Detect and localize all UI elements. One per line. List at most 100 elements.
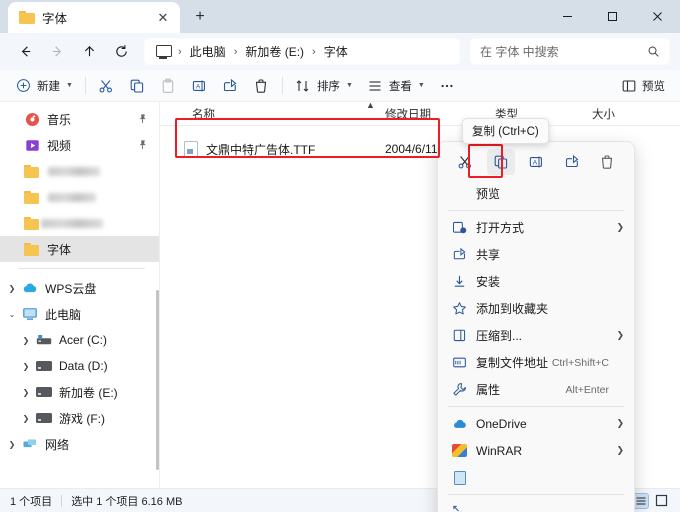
- sidebar-item-drive-e[interactable]: ❯ 新加卷 (E:): [0, 379, 159, 405]
- share-button[interactable]: [215, 73, 246, 99]
- star-icon: [449, 301, 470, 316]
- music-icon: [22, 112, 42, 127]
- forward-arrow-icon: [42, 38, 72, 66]
- font-file-icon: [184, 141, 198, 157]
- context-menu-label: 打开方式: [476, 221, 525, 235]
- context-menu-item-open-with[interactable]: 打开方式 ❯: [438, 214, 634, 241]
- chevron-right-icon[interactable]: ❯: [18, 384, 34, 400]
- breadcrumb-item-this-pc[interactable]: 此电脑: [187, 43, 229, 60]
- refresh-icon[interactable]: [106, 38, 136, 66]
- context-menu[interactable]: A 预览 打开方式 ❯ 共享 安装 添加到收藏夹 压缩到... ❯ 复制文件地址…: [437, 141, 635, 512]
- minimize-icon[interactable]: [545, 0, 590, 32]
- pin-icon[interactable]: [137, 139, 148, 151]
- sidebar-item-wps-cloud[interactable]: ❯ WPS云盘: [0, 275, 159, 301]
- chevron-right-icon[interactable]: ❯: [18, 410, 34, 426]
- copy-button[interactable]: [122, 73, 153, 99]
- sort-button[interactable]: 排序 ▼: [288, 73, 360, 99]
- new-button-label: 新建: [37, 80, 60, 93]
- cut-icon[interactable]: [451, 149, 479, 175]
- sidebar-item-drive-f[interactable]: ❯ 游戏 (F:): [0, 405, 159, 431]
- delete-button[interactable]: [246, 73, 277, 99]
- drive-icon: [34, 361, 54, 371]
- search-input[interactable]: 在 字体 中搜索: [470, 38, 670, 65]
- column-header-modified[interactable]: 修改日期: [385, 106, 431, 122]
- breadcrumb-item-drive-e[interactable]: 新加卷 (E:): [242, 43, 307, 60]
- breadcrumb[interactable]: › 此电脑 › 新加卷 (E:) › 字体: [144, 38, 460, 65]
- search-icon: [647, 45, 660, 58]
- large-icons-view-icon[interactable]: [653, 493, 670, 509]
- preview-pane-button[interactable]: 预览: [613, 73, 672, 99]
- sidebar-item-music[interactable]: 音乐: [0, 106, 159, 132]
- up-arrow-icon[interactable]: [74, 38, 104, 66]
- sidebar-item-label-redacted: [41, 218, 103, 228]
- view-button[interactable]: 查看 ▼: [360, 73, 432, 99]
- folder-icon: [22, 216, 42, 230]
- sidebar-item-drive-c[interactable]: ❯ Acer (C:): [0, 327, 159, 353]
- back-arrow-icon[interactable]: [10, 38, 40, 66]
- sidebar-item-redacted[interactable]: [0, 210, 159, 236]
- context-menu-item-show-more-options[interactable]: [438, 498, 634, 512]
- breadcrumb-item-font[interactable]: 字体: [321, 43, 351, 60]
- sidebar-item-drive-d[interactable]: ❯ Data (D:): [0, 353, 159, 379]
- tab-strip: 字体 ✕ +: [0, 0, 214, 33]
- window-controls: [545, 0, 680, 32]
- toolbar-divider: [281, 77, 283, 94]
- context-menu-item-winrar[interactable]: WinRAR ❯: [438, 437, 634, 464]
- context-menu-item-install[interactable]: 安装: [438, 268, 634, 295]
- this-pc-icon: [155, 44, 172, 59]
- rename-icon[interactable]: A: [522, 149, 550, 175]
- new-tab-button[interactable]: +: [186, 3, 214, 31]
- close-tab-icon[interactable]: ✕: [152, 7, 174, 29]
- delete-icon[interactable]: [593, 149, 621, 175]
- context-menu-item-edit-in-notepad[interactable]: [438, 464, 634, 491]
- more-options-button[interactable]: [432, 73, 463, 99]
- share-icon[interactable]: [558, 149, 586, 175]
- view-icon: [367, 77, 384, 94]
- maximize-icon[interactable]: [590, 0, 635, 32]
- sidebar-item-redacted[interactable]: [0, 158, 159, 184]
- sidebar-scrollbar[interactable]: [156, 290, 159, 470]
- column-header-size[interactable]: 大小: [592, 106, 615, 122]
- context-menu-item-share[interactable]: 共享: [438, 241, 634, 268]
- chevron-right-icon[interactable]: ❯: [18, 358, 34, 374]
- sidebar-item-font[interactable]: 字体: [0, 236, 159, 262]
- column-header-name[interactable]: 名称: [192, 106, 215, 122]
- breadcrumb-separator: ›: [233, 45, 238, 58]
- navigation-pane[interactable]: 音乐 视频 字体 ❯ WPS云盘 ⌄ 此电脑 ❯ Acer (C:) ❯ Dat…: [0, 102, 160, 488]
- video-icon: [22, 138, 42, 153]
- item-count-label: 1 个项目: [10, 495, 53, 508]
- context-menu-item-preview[interactable]: 预览: [438, 180, 634, 207]
- share-icon: [449, 247, 470, 262]
- context-menu-item-compress-to[interactable]: 压缩到... ❯: [438, 322, 634, 349]
- chevron-right-icon: ❯: [616, 445, 624, 455]
- chevron-right-icon[interactable]: ❯: [18, 332, 34, 348]
- context-menu-divider: [448, 494, 624, 495]
- sidebar-item-videos[interactable]: 视频: [0, 132, 159, 158]
- pin-icon[interactable]: [137, 113, 148, 125]
- chevron-down-icon[interactable]: ⌄: [4, 306, 20, 322]
- context-menu-item-copy-file-path[interactable]: 复制文件地址 Ctrl+Shift+C: [438, 349, 634, 376]
- context-menu-label: OneDrive: [476, 416, 527, 431]
- context-menu-label: WinRAR: [476, 443, 523, 458]
- close-icon[interactable]: [635, 0, 680, 32]
- context-menu-item-onedrive[interactable]: OneDrive ❯: [438, 410, 634, 437]
- sidebar-item-network[interactable]: ❯ 网络: [0, 431, 159, 457]
- copy-icon[interactable]: [486, 149, 515, 175]
- copy-path-icon: [449, 355, 470, 370]
- sidebar-item-label: 网络: [45, 437, 70, 452]
- scissors-icon: [98, 77, 115, 94]
- context-menu-item-properties[interactable]: 属性 Alt+Enter: [438, 376, 634, 403]
- rename-button[interactable]: A: [184, 73, 215, 99]
- tab-font-folder[interactable]: 字体 ✕: [8, 2, 180, 33]
- context-menu-label: 复制文件地址: [476, 356, 549, 370]
- cut-button[interactable]: [91, 73, 122, 99]
- new-button[interactable]: 新建 ▼: [8, 73, 80, 99]
- sidebar-item-label: 新加卷 (E:): [59, 385, 118, 400]
- chevron-right-icon[interactable]: ❯: [4, 436, 20, 452]
- chevron-right-icon[interactable]: ❯: [4, 280, 20, 296]
- sidebar-item-this-pc[interactable]: ⌄ 此电脑: [0, 301, 159, 327]
- onedrive-icon: [449, 418, 470, 430]
- context-menu-shortcut: Ctrl+Shift+C: [551, 356, 609, 369]
- sidebar-item-redacted[interactable]: [0, 184, 159, 210]
- context-menu-item-add-to-favorites[interactable]: 添加到收藏夹: [438, 295, 634, 322]
